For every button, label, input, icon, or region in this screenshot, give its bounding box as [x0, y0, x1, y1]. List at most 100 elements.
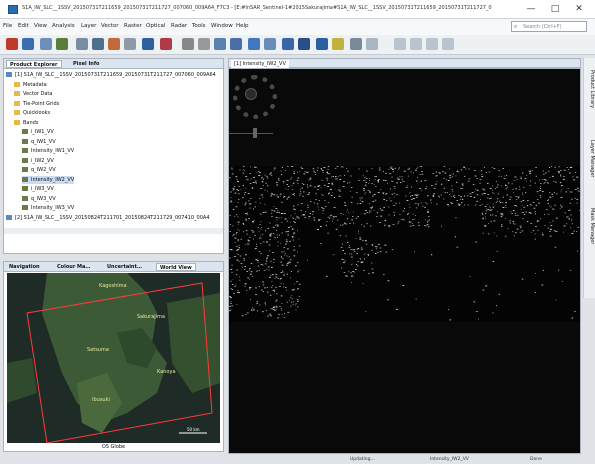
graph-builder-icon[interactable]: [76, 38, 88, 50]
tree-item-label: Metadata: [23, 81, 47, 88]
polygon-tool-icon[interactable]: [298, 38, 310, 50]
rectangle-tool-icon[interactable]: [282, 38, 294, 50]
close-button[interactable]: ✕: [568, 2, 590, 16]
band-maths-icon[interactable]: [56, 38, 68, 50]
band-node[interactable]: Intensity_IW3_VV: [22, 204, 74, 212]
tab-intensity-iw2-vv[interactable]: [1] Intensity_IW2_VV: [231, 60, 289, 68]
minimize-button[interactable]: —: [520, 2, 542, 16]
band-icon: [22, 129, 28, 134]
folder-node[interactable]: Metadata: [14, 81, 47, 89]
folder-node[interactable]: Vector Data: [14, 90, 52, 98]
tab-colour-manipulation[interactable]: Colour Ma…: [54, 263, 93, 271]
product-node[interactable]: [2] S1A_IW_SLC__1SSV_20150824T211701_201…: [6, 214, 210, 222]
menu-optical[interactable]: Optical: [146, 23, 165, 29]
zoom-slider[interactable]: [229, 133, 273, 134]
band-icon: [22, 176, 28, 182]
tile-evenly-icon[interactable]: [394, 38, 406, 50]
world-view-svg: Kagoshima Sakurajima Satsuma Kanoya Ibus…: [7, 273, 220, 443]
horizontal-scrollbar[interactable]: [4, 228, 223, 234]
tree-item-label: i_IW2_VV: [31, 157, 54, 164]
search-input[interactable]: ⌕ Search (Ctrl+F): [511, 21, 587, 32]
magic-wand-icon[interactable]: [332, 38, 344, 50]
menu-edit[interactable]: Edit: [18, 23, 29, 29]
sar-intensity-image: [229, 166, 580, 322]
tab-navigation[interactable]: Navigation: [6, 263, 43, 271]
menu-layer[interactable]: Layer: [81, 23, 96, 29]
world-map-icon[interactable]: [160, 38, 172, 50]
band-icon: [22, 195, 28, 201]
menu-tools[interactable]: Tools: [192, 23, 206, 29]
search-placeholder: Search (Ctrl+F): [523, 24, 562, 30]
band-node[interactable]: i_IW1_VV: [22, 128, 54, 136]
rotate-control[interactable]: [245, 88, 257, 100]
band-icon: [22, 148, 28, 153]
image-view[interactable]: [228, 68, 581, 454]
sync-cursor-icon[interactable]: [366, 38, 378, 50]
band-node[interactable]: q_IW2_VV: [22, 166, 56, 174]
tab-product-explorer[interactable]: Product Explorer: [6, 60, 62, 68]
folder-node[interactable]: Quicklooks: [14, 109, 50, 117]
folder-node[interactable]: Tie-Point Grids: [14, 100, 59, 108]
tab-uncertainty[interactable]: Uncertaint…: [104, 263, 145, 271]
band-node[interactable]: Intensity_IW1_VV: [22, 147, 74, 155]
save-product-icon[interactable]: [22, 38, 34, 50]
new-product-icon[interactable]: [40, 38, 52, 50]
product-icon: [6, 72, 12, 77]
product-node[interactable]: [1] S1A_IW_SLC__1SSV_20150731T211659_201…: [6, 71, 216, 79]
tree-item-label: Intensity_IW3_VV: [31, 205, 75, 211]
menu-raster[interactable]: Raster: [124, 23, 142, 29]
maximize-button[interactable]: □: [544, 2, 566, 16]
menu-window[interactable]: Window: [211, 23, 233, 29]
band-node[interactable]: q_IW1_VV: [22, 138, 56, 146]
band-node[interactable]: q_IW3_VV: [22, 195, 56, 203]
tree-item-label: Intensity_IW1_VV: [31, 148, 75, 154]
zoom-tool-icon[interactable]: [214, 38, 226, 50]
menu-analysis[interactable]: Analysis: [52, 23, 75, 29]
tile-horizontal-icon[interactable]: [410, 38, 422, 50]
menu-file[interactable]: File: [3, 23, 12, 29]
statistics-icon[interactable]: [142, 38, 154, 50]
range-finder-icon[interactable]: [350, 38, 362, 50]
menu-vector[interactable]: Vector: [101, 23, 119, 29]
band-node[interactable]: i_IW3_VV: [22, 185, 54, 193]
menu-view[interactable]: View: [34, 23, 47, 29]
line-tool-icon[interactable]: [248, 38, 260, 50]
toolbar: [0, 35, 595, 55]
select-tool-icon[interactable]: [182, 38, 194, 50]
open-product-icon[interactable]: [6, 38, 18, 50]
band-icon: [22, 157, 28, 163]
svg-text:Ibusuki: Ibusuki: [92, 397, 110, 403]
tab-world-view[interactable]: World View: [156, 263, 196, 271]
tile-vertical-icon[interactable]: [426, 38, 438, 50]
histogram-icon[interactable]: [108, 38, 120, 50]
tree-item-label: q_IW3_VV: [31, 195, 56, 202]
menu-help[interactable]: Help: [236, 23, 249, 29]
svg-text:Kagoshima: Kagoshima: [99, 283, 127, 289]
band-node[interactable]: Intensity_IW2_VV: [22, 175, 75, 184]
batch-processing-icon[interactable]: [92, 38, 104, 50]
settings-icon[interactable]: [124, 38, 136, 50]
ellipse-tool-icon[interactable]: [316, 38, 328, 50]
explorer-tabs: Product Explorer Pixel Info: [4, 59, 223, 69]
folder-icon: [14, 110, 20, 115]
zoom-slider-knob[interactable]: [253, 128, 257, 138]
tab-layer-manager[interactable]: Layer Manager: [585, 140, 595, 177]
tab-pixel-info[interactable]: Pixel Info: [70, 60, 102, 68]
folder-node[interactable]: Bands: [14, 119, 38, 127]
tile-single-icon[interactable]: [442, 38, 454, 50]
title-bar: S1A_IW_SLC__1SSV_20150731T211659_2015073…: [0, 0, 595, 19]
polyline-tool-icon[interactable]: [264, 38, 276, 50]
right-dock: Product Library Layer Manager Mask Manag…: [583, 58, 595, 298]
band-node[interactable]: i_IW2_VV: [22, 157, 54, 165]
menu-radar[interactable]: Radar: [171, 23, 187, 29]
tool-window-tabs: Navigation Colour Ma… Uncertaint… World …: [4, 262, 223, 272]
pin-tool-icon[interactable]: [230, 38, 242, 50]
tab-mask-manager[interactable]: Mask Manager: [585, 208, 595, 244]
pan-tool-icon[interactable]: [198, 38, 210, 50]
world-view-map[interactable]: Kagoshima Sakurajima Satsuma Kanoya Ibus…: [7, 273, 220, 443]
tab-product-library[interactable]: Product Library: [585, 70, 595, 108]
status-updating: Updating…: [350, 457, 375, 462]
tree-item-label: Intensity_IW2_VV: [31, 176, 75, 183]
tree-item-label: q_IW1_VV: [31, 138, 56, 145]
band-icon: [22, 205, 28, 210]
